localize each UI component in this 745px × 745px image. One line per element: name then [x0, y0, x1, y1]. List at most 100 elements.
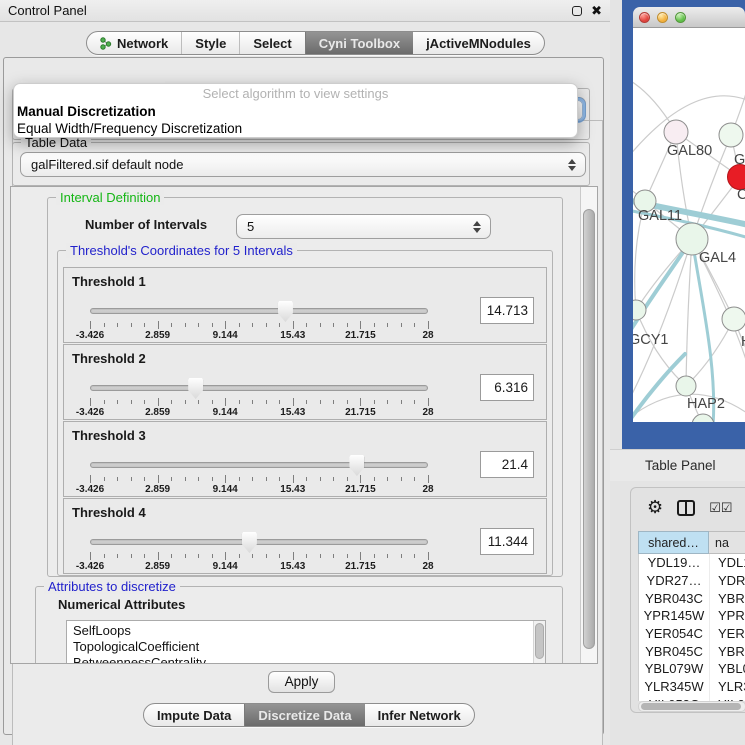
name-cell[interactable]: YER0	[710, 625, 745, 643]
interval-definition-label: Interval Definition	[56, 190, 164, 205]
column-header-shared-name[interactable]: shared…	[638, 531, 709, 554]
threshold-slider-track[interactable]	[90, 539, 428, 545]
number-of-intervals-value: 5	[247, 219, 254, 234]
name-cell[interactable]: YBR0	[710, 642, 745, 660]
gear-icon[interactable]: ⚙	[647, 499, 663, 517]
name-cell[interactable]: YBL0	[710, 660, 745, 678]
tick-label: -3.426	[76, 407, 104, 418]
network-icon	[100, 37, 112, 50]
name-cell[interactable]: YDR2	[710, 572, 745, 590]
shared-name-cell[interactable]: YER054C	[639, 625, 710, 643]
threshold-box-1: Threshold 1-3.4262.8599.14415.4321.71528…	[63, 267, 547, 343]
close-icon[interactable]: ✖	[591, 6, 602, 16]
algorithm-option[interactable]: Equal Width/Frequency Discretization	[14, 120, 577, 137]
threshold-slider-track[interactable]	[90, 385, 428, 391]
numerical-attributes-label: Numerical Attributes	[58, 597, 185, 612]
threshold-slider-thumb[interactable]	[188, 378, 203, 399]
shared-name-cell[interactable]: YBR043C	[639, 589, 710, 607]
tab-impute-data[interactable]: Impute Data	[144, 704, 244, 726]
numerical-attribute-item[interactable]: SelfLoops	[67, 623, 545, 639]
tab-label: Style	[195, 36, 226, 51]
name-cell[interactable]: YBR0	[710, 589, 745, 607]
table-row[interactable]: YBR045CYBR0	[639, 642, 745, 660]
name-cell[interactable]: YLR3	[710, 678, 745, 696]
network-edge[interactable]	[636, 310, 686, 386]
network-node-HAP2-node[interactable]	[676, 376, 696, 396]
column-header-name[interactable]: na	[709, 531, 745, 554]
slider-ticks	[90, 321, 428, 329]
table-row[interactable]: YER054CYER0	[639, 625, 745, 643]
threshold-slider-track[interactable]	[90, 462, 428, 468]
tab-discretize-data[interactable]: Discretize Data	[244, 704, 364, 726]
threshold-value-field[interactable]: 14.713	[480, 297, 534, 324]
numerical-attribute-item[interactable]: BetweennessCentrality	[67, 655, 545, 664]
network-node-top-right-node[interactable]	[719, 123, 743, 147]
threshold-slider-thumb[interactable]	[349, 455, 364, 476]
threshold-value-field[interactable]: 6.316	[480, 374, 534, 401]
settings-scrollbar-thumb[interactable]	[583, 209, 595, 649]
network-edge-highlighted[interactable]	[633, 239, 692, 336]
minimize-traffic-light-icon[interactable]	[657, 12, 668, 23]
settings-scrollbar[interactable]	[580, 187, 597, 663]
table-horizontal-scrollbar[interactable]	[638, 701, 745, 712]
shared-name-cell[interactable]: YDR27…	[639, 572, 710, 590]
float-window-icon[interactable]	[572, 6, 582, 16]
network-node-GAL80-neighbor[interactable]	[664, 120, 688, 144]
zoom-traffic-light-icon[interactable]	[675, 12, 686, 23]
table-row[interactable]: YLR345WYLR3	[639, 678, 745, 696]
network-node-label: C	[737, 187, 745, 203]
checkbox-icon[interactable]: ☑☑	[709, 501, 732, 516]
list-scrollbar[interactable]	[533, 621, 545, 664]
threshold-slider-track[interactable]	[90, 308, 428, 314]
table-row[interactable]: YPR145WYPR1	[639, 607, 745, 625]
tab-jactivemnodules[interactable]: jActiveMNodules	[413, 32, 544, 54]
numerical-attribute-item[interactable]: TopologicalCoefficient	[67, 639, 545, 655]
slider-tick-labels: -3.4262.8599.14415.4321.71528	[90, 484, 428, 496]
slider-tick-labels: -3.4262.8599.14415.4321.71528	[90, 330, 428, 342]
network-graph[interactable]: GAL80GACGAL11GAL4GCY1HHAP2	[633, 28, 745, 422]
table-header-row: shared… na	[638, 531, 745, 554]
threshold-value-field[interactable]: 21.4	[480, 451, 534, 478]
close-traffic-light-icon[interactable]	[639, 12, 650, 23]
threshold-slider-thumb[interactable]	[242, 532, 257, 553]
numerical-attributes-list[interactable]: SelfLoopsTopologicalCoefficientBetweenne…	[66, 620, 546, 664]
table-row[interactable]: YBR043CYBR0	[639, 589, 745, 607]
tick-label: 28	[422, 330, 433, 341]
table-row[interactable]: YDR27…YDR2	[639, 572, 745, 590]
tab-cyni-toolbox[interactable]: Cyni Toolbox	[305, 32, 413, 54]
algorithm-option[interactable]: Manual Discretization	[14, 103, 577, 120]
table-data-select[interactable]: galFiltered.sif default node	[20, 152, 586, 177]
shared-name-cell[interactable]: YPR145W	[639, 607, 710, 625]
cyni-mode-tabbar: Impute DataDiscretize DataInfer Network	[143, 703, 475, 727]
name-cell[interactable]: YPR1	[710, 607, 745, 625]
list-scrollbar-thumb[interactable]	[535, 623, 544, 659]
network-node-right-node[interactable]	[722, 307, 745, 331]
network-node-red-node[interactable]	[728, 165, 745, 190]
tab-network[interactable]: Network	[87, 32, 181, 54]
network-edge[interactable]	[686, 239, 692, 386]
tab-select[interactable]: Select	[239, 32, 304, 54]
name-cell[interactable]: YDL1	[710, 554, 745, 572]
table-data-selected-value: galFiltered.sif default node	[31, 157, 183, 172]
table-horizontal-scrollbar-thumb[interactable]	[641, 703, 741, 710]
shared-name-cell[interactable]: YBL079W	[639, 660, 710, 678]
threshold-slider-thumb[interactable]	[278, 301, 293, 322]
network-node-bottom-node[interactable]	[692, 414, 714, 422]
number-of-intervals-select[interactable]: 5	[236, 214, 491, 239]
shared-name-cell[interactable]: YDL19…	[639, 554, 710, 572]
network-node-GCY1-node[interactable]	[633, 300, 646, 320]
table-row[interactable]: YDL19…YDL1	[639, 554, 745, 572]
network-view-canvas[interactable]: GAL80GACGAL11GAL4GCY1HHAP2	[633, 28, 745, 422]
tick-label: -3.426	[76, 561, 104, 572]
algorithm-dropdown-popup: Select algorithm to view settingsManual …	[13, 83, 578, 138]
shared-name-cell[interactable]: YBR045C	[639, 642, 710, 660]
apply-button[interactable]: Apply	[268, 671, 335, 693]
threshold-value-field[interactable]: 11.344	[480, 528, 534, 555]
tab-style[interactable]: Style	[181, 32, 239, 54]
tab-infer-network[interactable]: Infer Network	[365, 704, 474, 726]
network-node-label: GAL4	[699, 250, 736, 266]
split-columns-icon[interactable]	[677, 500, 695, 516]
table-row[interactable]: YBL079WYBL0	[639, 660, 745, 678]
shared-name-cell[interactable]: YLR345W	[639, 678, 710, 696]
tab-label: jActiveMNodules	[426, 36, 531, 51]
